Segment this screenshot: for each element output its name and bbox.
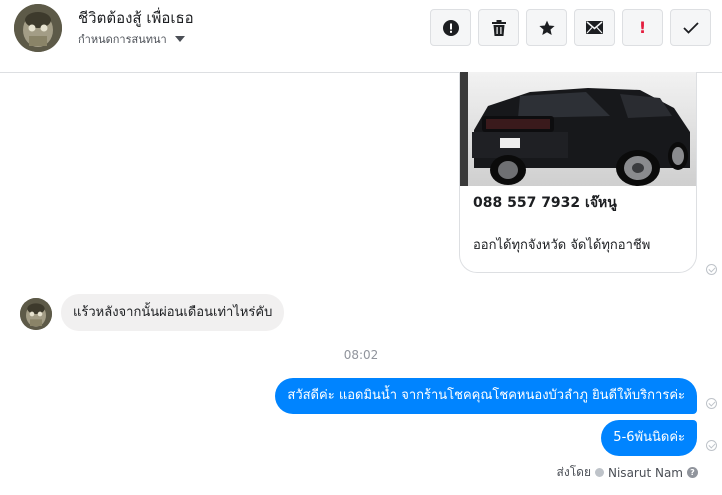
checkmark-icon [682, 21, 699, 34]
shared-post-card[interactable]: 088 557 7932 เจ๊หนู ออกได้ทุกจังหวัด จัด… [459, 72, 697, 273]
report-button[interactable] [430, 9, 471, 46]
star-icon [538, 20, 555, 35]
star-button[interactable] [526, 9, 567, 46]
sent-by-info: ส่งโดย Nisarut Nam ? [557, 463, 698, 482]
delivered-check-icon [706, 264, 717, 275]
outgoing-message[interactable]: 5-6พันนิดค่ะ [601, 420, 697, 456]
black-pickup-truck-photo [460, 72, 696, 186]
verified-icon [595, 468, 604, 477]
outgoing-message[interactable]: สวัสดีค่ะ แอดมินน้ำ จากร้านโชคคุณโชคหนอง… [275, 378, 697, 414]
delete-button[interactable] [478, 9, 519, 46]
contact-name[interactable]: ชีวิตต้องสู้ เพื่อเธอ [78, 6, 194, 30]
sent-by-label: ส่งโดย [556, 465, 591, 479]
mark-spam-button[interactable]: ! [622, 9, 663, 46]
alert-circle-icon [442, 19, 459, 36]
card-description: ออกได้ทุกจังหวัด จัดได้ทุกอาชีพ [473, 238, 651, 253]
exclamation-icon: ! [638, 17, 647, 37]
mark-unread-button[interactable] [574, 9, 615, 46]
conversation-settings[interactable]: กำหนดการสนทนา [78, 30, 185, 48]
message-toolbar: ! [430, 9, 711, 46]
contact-avatar[interactable] [14, 4, 62, 52]
help-icon[interactable]: ? [687, 467, 698, 478]
card-phone-text: 088 557 7932 เจ๊หนู [473, 195, 617, 211]
trash-icon [491, 19, 506, 36]
sender-name[interactable]: Nisarut Nam [608, 466, 683, 480]
conversation-settings-label: กำหนดการสนทนา [78, 33, 167, 46]
conversation-header: ชีวิตต้องสู้ เพื่อเธอ กำหนดการสนทนา ! [0, 0, 722, 73]
delivered-check-icon [706, 440, 717, 451]
incoming-message[interactable]: แร้วหลังจากนั้นผ่อนเดือนเท่าไหร่คับ [61, 294, 285, 331]
delivered-check-icon [706, 398, 717, 409]
caret-down-icon [174, 36, 185, 42]
mark-done-button[interactable] [670, 9, 711, 46]
message-timestamp: 08:02 [343, 348, 379, 362]
envelope-icon [586, 21, 603, 34]
sender-avatar[interactable] [20, 298, 52, 330]
